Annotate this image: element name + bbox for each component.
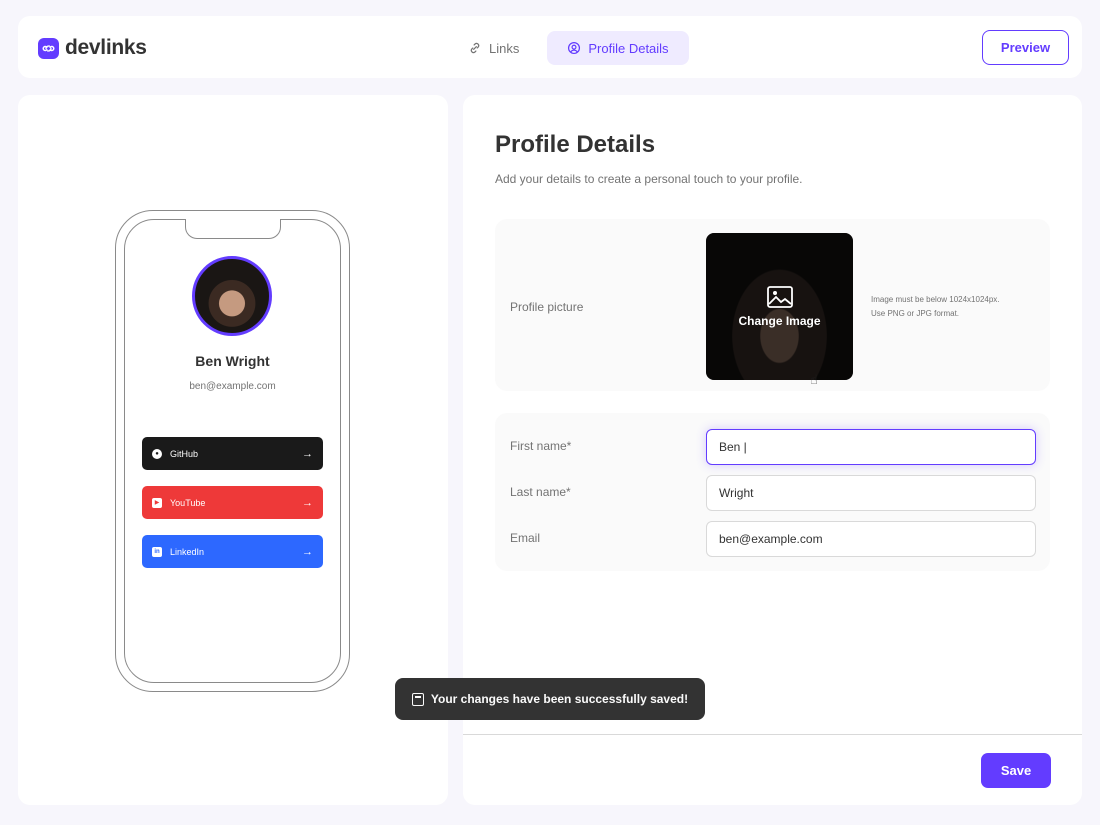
picture-hint: Image must be below 1024x1024px. Use PNG… (871, 293, 1041, 321)
preview-link-linkedin[interactable]: in LinkedIn → (142, 535, 323, 568)
last-name-field[interactable]: Wright (706, 475, 1036, 511)
preview-link-github[interactable]: ● GitHub → (142, 437, 323, 470)
tab-links-label: Links (489, 40, 520, 56)
preview-link-label: YouTube (170, 497, 206, 508)
preview-button[interactable]: Preview (982, 30, 1069, 65)
picture-hint-size: Image must be below 1024x1024px. (871, 295, 1000, 304)
link-logo-icon (38, 37, 59, 59)
linkedin-icon: in (152, 546, 162, 557)
page-subtitle: Add your details to create a personal to… (495, 172, 803, 186)
arrow-right-icon: → (302, 496, 313, 509)
preview-link-label: GitHub (170, 448, 199, 459)
change-image-overlay: Change Image (706, 233, 853, 380)
phone-preview-panel: Ben Wright ben@example.com ● GitHub → ▶ … (18, 95, 448, 805)
preview-link-label: LinkedIn (170, 546, 205, 557)
brand-name: devlinks (65, 36, 147, 59)
arrow-right-icon: → (302, 447, 313, 460)
phone-mockup: Ben Wright ben@example.com ● GitHub → ▶ … (115, 210, 350, 692)
profile-picture-label: Profile picture (510, 300, 584, 314)
profile-form-card: First name* Ben | Last name* Wright Emai… (495, 413, 1050, 571)
page-title: Profile Details (495, 131, 656, 158)
preview-name: Ben Wright (195, 353, 270, 369)
toast-message: Your changes have been successfully save… (430, 692, 689, 706)
last-name-label: Last name* (510, 485, 571, 499)
email-field[interactable]: ben@example.com (706, 521, 1036, 557)
avatar (192, 256, 272, 336)
save-disk-icon (411, 692, 424, 706)
nav-tabs: Links Profile Details (448, 31, 689, 65)
logo[interactable]: devlinks (38, 36, 147, 60)
tab-profile-details-label: Profile Details (588, 40, 669, 56)
save-button[interactable]: Save (981, 753, 1051, 788)
github-icon: ● (152, 448, 162, 459)
footer-divider (463, 734, 1082, 735)
preview-email: ben@example.com (189, 381, 276, 392)
top-nav-bar: devlinks Links Profile Details Preview (18, 16, 1082, 78)
tab-links[interactable]: Links (448, 31, 539, 65)
arrow-right-icon: → (302, 545, 313, 558)
image-icon (766, 285, 793, 308)
phone-screen: Ben Wright ben@example.com ● GitHub → ▶ … (124, 219, 341, 683)
success-toast: Your changes have been successfully save… (395, 678, 705, 720)
link-icon (470, 42, 480, 54)
phone-notch (185, 219, 281, 239)
first-name-field[interactable]: Ben | (706, 429, 1036, 465)
pointer-cursor-icon: ☝ (810, 372, 818, 387)
email-label: Email (510, 531, 541, 545)
profile-picture-card: Profile picture Change Image Image must … (495, 219, 1050, 391)
tab-profile-details[interactable]: Profile Details (547, 31, 689, 65)
picture-hint-format: Use PNG or JPG format. (871, 309, 960, 318)
change-image-label: Change Image (738, 313, 821, 328)
youtube-icon: ▶ (152, 497, 162, 508)
preview-link-youtube[interactable]: ▶ YouTube → (142, 486, 323, 519)
first-name-label: First name* (510, 439, 572, 453)
user-circle-icon (568, 41, 581, 55)
profile-picture-upload[interactable]: Change Image (706, 233, 853, 380)
